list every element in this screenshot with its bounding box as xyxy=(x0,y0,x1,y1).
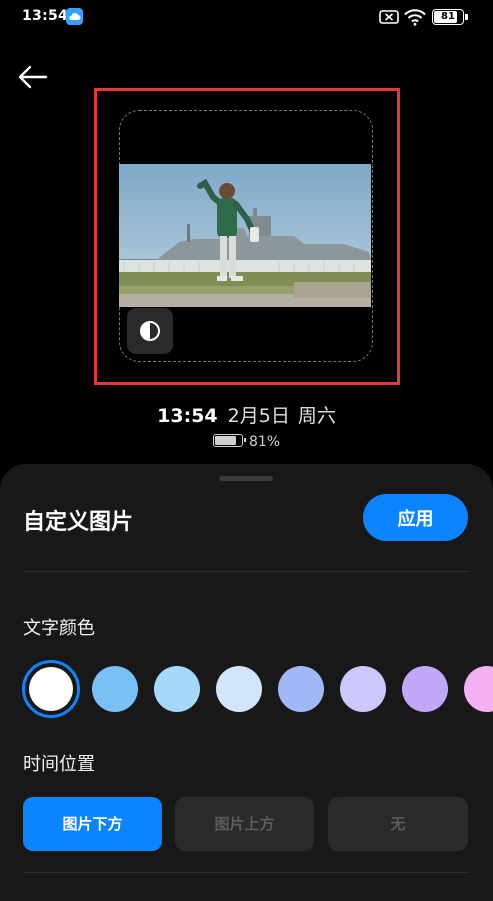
battery-text: 81 xyxy=(441,11,455,22)
no-sim-icon xyxy=(379,10,399,24)
preview-weekday: 周六 xyxy=(297,405,336,427)
battery-icon: 81 xyxy=(432,9,468,25)
cloud-icon xyxy=(66,8,83,25)
preview-date: 2月5日 xyxy=(227,405,290,427)
position-option-below[interactable]: 图片下方 xyxy=(23,797,162,851)
color-swatch-pink[interactable] xyxy=(464,666,493,712)
status-bar: 13:54 81 xyxy=(0,0,493,34)
apply-button[interactable]: 应用 xyxy=(363,494,468,541)
swatch-inner xyxy=(29,667,73,711)
sheet-drag-handle[interactable] xyxy=(219,476,273,481)
back-button[interactable] xyxy=(16,62,50,92)
photo-image xyxy=(119,164,371,307)
color-swatch-pale-blue[interactable] xyxy=(216,666,262,712)
wifi-icon xyxy=(404,9,426,26)
contrast-button[interactable] xyxy=(127,308,173,354)
preview-battery-percent: 81% xyxy=(248,434,281,450)
preview-time: 13:54 xyxy=(157,405,218,427)
screen: 13:54 81 13:54 2月5日 周六 81% 自定义图片 应用 文字颜色… xyxy=(0,0,493,901)
preview-battery-fill xyxy=(214,436,236,445)
color-swatch-row xyxy=(0,660,493,718)
divider xyxy=(23,872,470,873)
color-swatch-periwinkle[interactable] xyxy=(278,666,324,712)
color-swatch-light-sky-blue[interactable] xyxy=(154,666,200,712)
status-time: 13:54 xyxy=(22,8,69,24)
time-position-label: 时间位置 xyxy=(23,754,95,775)
bottom-sheet: 自定义图片 应用 文字颜色 时间位置 图片下方 图片上方 无 xyxy=(0,464,493,901)
color-swatch-sky-blue[interactable] xyxy=(92,666,138,712)
contrast-icon xyxy=(140,321,160,341)
position-option-none[interactable]: 无 xyxy=(328,797,468,851)
color-swatch-lavender[interactable] xyxy=(340,666,386,712)
preview-time-row: 13:54 2月5日 周六 xyxy=(0,401,493,428)
divider xyxy=(23,571,470,572)
preview-battery-icon xyxy=(212,434,246,447)
sheet-title: 自定义图片 xyxy=(23,510,134,535)
position-option-above[interactable]: 图片上方 xyxy=(175,797,314,851)
preview-battery-row: 81% xyxy=(0,434,493,450)
color-swatch-white[interactable] xyxy=(22,660,80,718)
color-swatch-violet[interactable] xyxy=(402,666,448,712)
arrow-left-icon xyxy=(18,65,48,89)
preview-photo[interactable] xyxy=(119,164,371,307)
text-color-label: 文字颜色 xyxy=(23,618,95,639)
